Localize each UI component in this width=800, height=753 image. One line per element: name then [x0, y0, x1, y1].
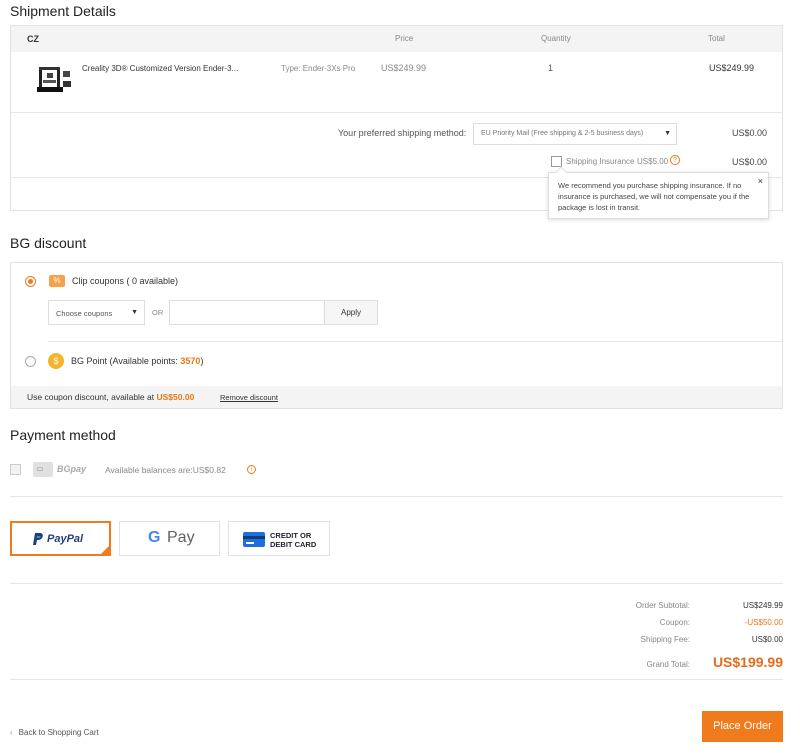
grand-total-label: Grand Total:: [646, 660, 690, 669]
use-coupon-text: Use coupon discount, available at US$50.…: [27, 392, 194, 402]
insurance-tooltip: We recommend you purchase shipping insur…: [548, 166, 769, 219]
bgpay-checkbox[interactable]: [10, 464, 21, 475]
gpay-option[interactable]: G Pay: [119, 521, 220, 556]
insurance-price: US$5.00: [637, 157, 669, 166]
discount-panel: % Clip coupons ( 0 available) Choose cou…: [10, 262, 783, 409]
coupon-icon: %: [49, 275, 65, 287]
coupon-label: Coupon:: [659, 618, 690, 627]
tooltip-text: We recommend you purchase shipping insur…: [558, 181, 750, 212]
bg-point-suffix: ): [200, 356, 204, 366]
wallet-icon: [33, 462, 53, 477]
shipping-method-value: EU Priority Mail (Free shipping & 2-5 bu…: [481, 130, 644, 137]
clip-coupons-radio[interactable]: [25, 276, 36, 287]
credit-card-icon: [243, 532, 265, 547]
divider: [10, 496, 783, 497]
product-quantity: 1: [548, 63, 554, 73]
remove-discount-link[interactable]: Remove discount: [220, 393, 278, 402]
product-total: US$249.99: [709, 63, 755, 73]
grand-total-value: US$199.99: [712, 654, 783, 670]
choose-coupons-select[interactable]: Choose coupons ▼: [48, 300, 145, 325]
card-label-line2: DEBIT CARD: [270, 540, 317, 549]
use-coupon-amount: US$50.00: [156, 392, 195, 402]
product-price: US$249.99: [381, 63, 427, 73]
back-to-cart-label: Back to Shopping Cart: [18, 728, 99, 737]
payment-title: Payment method: [10, 427, 116, 443]
chevron-down-icon: ▼: [664, 130, 671, 137]
paypal-logo-icon: [32, 533, 44, 546]
selected-corner-icon: [99, 544, 111, 556]
shipping-cost: US$0.00: [732, 128, 768, 138]
card-label-line1: CREDIT OR: [270, 531, 312, 540]
insurance-label: Shipping Insurance: [566, 157, 635, 166]
place-order-button[interactable]: Place Order: [702, 711, 783, 742]
chevron-down-icon: ▼: [131, 309, 138, 316]
discount-title: BG discount: [10, 235, 87, 251]
shipping-fee-label: Shipping Fee:: [640, 635, 690, 644]
coupon-code-input[interactable]: [169, 300, 325, 325]
help-icon[interactable]: ?: [670, 155, 680, 165]
info-icon[interactable]: !: [247, 465, 256, 474]
bgpay-label: BGpay: [57, 464, 87, 474]
google-g-icon: G: [148, 529, 161, 546]
gpay-label: Pay: [167, 529, 195, 546]
insurance-cost: US$0.00: [732, 157, 768, 167]
divider: [10, 583, 783, 584]
product-name[interactable]: Creality 3D® Customized Version Ender-3.…: [82, 64, 238, 73]
shipping-method-select[interactable]: EU Priority Mail (Free shipping & 2-5 bu…: [473, 123, 677, 145]
shipment-title: Shipment Details: [10, 3, 116, 19]
bg-point-radio[interactable]: [25, 356, 36, 367]
divider: [11, 112, 782, 113]
divider: [48, 341, 782, 342]
product-image[interactable]: [33, 63, 73, 95]
or-label: OR: [152, 308, 164, 317]
col-quantity: Quantity: [541, 34, 571, 43]
bg-point-prefix: BG Point (Available points:: [71, 356, 181, 366]
use-coupon-prefix: Use coupon discount, available at: [27, 392, 157, 402]
chevron-left-icon: ‹: [10, 728, 13, 737]
close-icon[interactable]: ×: [758, 176, 763, 186]
choose-coupons-label: Choose coupons: [56, 309, 113, 318]
card-option[interactable]: CREDIT OR DEBIT CARD: [228, 521, 330, 556]
divider: [10, 679, 783, 680]
product-type: Type: Ender-3Xs Pro: [281, 64, 356, 73]
col-total: Total: [708, 34, 725, 43]
bgpay-balance: Available balances are:US$0.82: [105, 465, 226, 475]
apply-button[interactable]: Apply: [324, 300, 378, 325]
subtotal-label: Order Subtotal:: [635, 601, 690, 610]
back-to-cart-link[interactable]: ‹ Back to Shopping Cart: [10, 728, 99, 737]
subtotal-value: US$249.99: [742, 601, 783, 610]
paypal-label: PayPal: [47, 533, 84, 545]
coupon-value: -US$50.00: [744, 618, 783, 627]
coin-icon: $: [48, 353, 64, 369]
bg-point-value: 3570: [180, 356, 201, 366]
coupon-summary-bar: Use coupon discount, available at US$50.…: [11, 386, 782, 408]
col-price: Price: [395, 34, 414, 43]
shipping-method-label: Your preferred shipping method:: [338, 128, 467, 138]
shipping-fee-value: US$0.00: [751, 635, 783, 644]
warehouse-label: CZ: [27, 34, 39, 44]
clip-coupons-label: Clip coupons ( 0 available): [72, 276, 179, 286]
bg-point-label: BG Point (Available points: 3570): [71, 356, 203, 366]
paypal-option[interactable]: PayPal: [10, 521, 111, 556]
